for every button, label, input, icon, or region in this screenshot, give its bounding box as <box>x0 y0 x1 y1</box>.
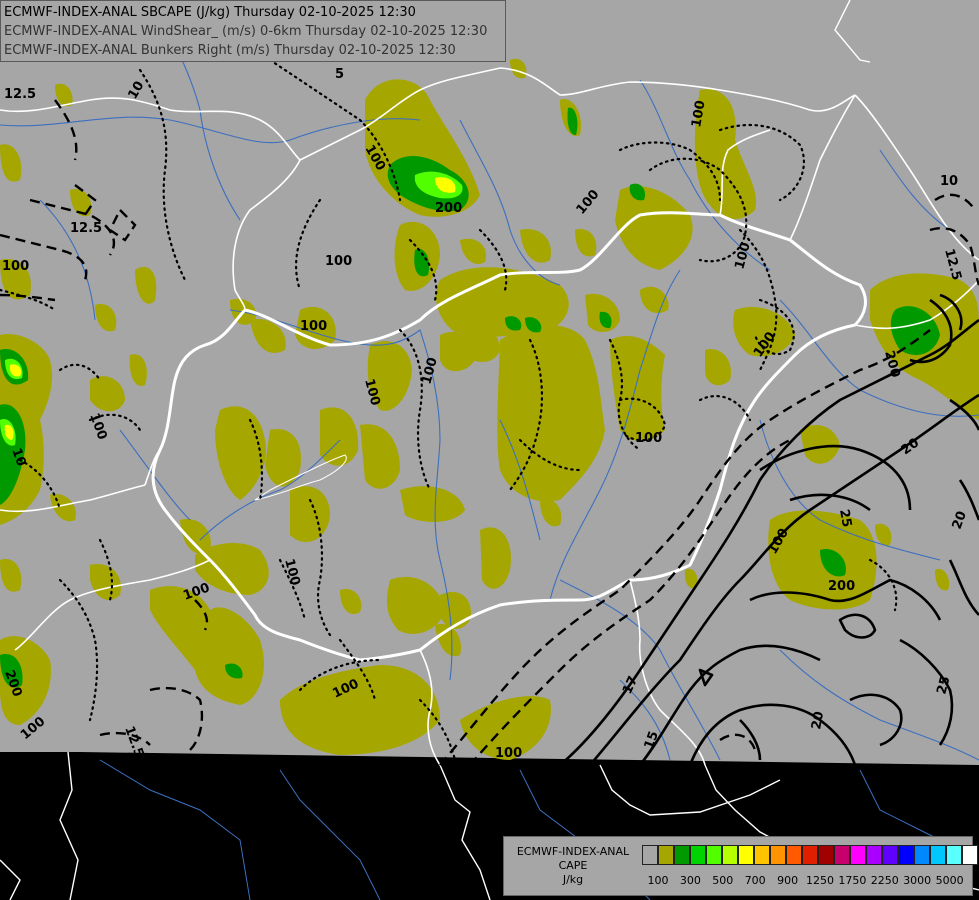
cape-label: 100 <box>2 259 29 274</box>
legend-tick-labels: 100 300 500 700 900 1250 1750 2250 3000 5000 <box>642 874 972 888</box>
legend-swatch <box>770 845 786 865</box>
legend-swatch <box>850 845 866 865</box>
legend-swatch <box>802 845 818 865</box>
legend-variable: CAPE <box>558 859 588 872</box>
legend-color-scale <box>642 845 978 867</box>
legend-tick-label: 3000 <box>903 874 932 887</box>
model-domain <box>0 0 979 765</box>
legend-swatch <box>834 845 850 865</box>
legend-swatch <box>866 845 882 865</box>
legend-swatch <box>674 845 690 865</box>
legend-tick-label: 1250 <box>806 874 834 887</box>
legend-tick-label: 500 <box>712 874 734 887</box>
weather-map: 12.5 10 5 12.5 10 12.5 20 25 20 17 15 20… <box>0 0 979 900</box>
legend-tick-label: 1750 <box>838 874 867 887</box>
shear-label: 12.5 <box>70 221 102 236</box>
cape-legend: ECMWF-INDEX-ANAL CAPE J/kg 100 300 500 700 9… <box>503 836 978 896</box>
legend-swatch <box>754 845 770 865</box>
legend-tick-label: 5000 <box>935 874 964 887</box>
cape-label: 200 <box>828 579 855 594</box>
legend-tick-label: 700 <box>744 874 766 887</box>
legend-swatch <box>882 845 898 865</box>
legend-swatch <box>658 845 674 865</box>
shear-label: 20 <box>809 710 827 730</box>
header-line-bunkers: ECMWF-INDEX-ANAL Bunkers Right (m/s) Thu… <box>4 43 456 58</box>
cape-label: 100 <box>325 254 352 269</box>
legend-swatch <box>946 845 962 865</box>
legend-swatch <box>786 845 802 865</box>
legend-swatch <box>738 845 754 865</box>
legend-swatch <box>642 845 658 865</box>
legend-swatch <box>706 845 722 865</box>
header-line-sbcape: ECMWF-INDEX-ANAL SBCAPE (J/kg) Thursday … <box>4 5 416 20</box>
shear-label: 10 <box>940 174 958 189</box>
legend-model: ECMWF-INDEX-ANAL <box>516 845 630 858</box>
cape-label: 200 <box>435 201 462 216</box>
legend-swatch <box>930 845 946 865</box>
legend-swatch <box>818 845 834 865</box>
map-header: ECMWF-INDEX-ANAL SBCAPE (J/kg) Thursday … <box>0 0 506 62</box>
legend-unit: J/kg <box>562 873 584 886</box>
cape-label: 100 <box>495 746 522 761</box>
legend-tick-label: 100 <box>647 874 669 887</box>
legend-tick-label: 300 <box>679 874 701 887</box>
shear-label: 5 <box>335 67 344 82</box>
legend-swatch <box>722 845 738 865</box>
cape-label: 100 <box>300 319 327 334</box>
legend-tick-label: 900 <box>777 874 799 887</box>
legend-swatch <box>962 845 978 865</box>
legend-swatch <box>690 845 706 865</box>
legend-tick-label: 2250 <box>870 874 899 887</box>
header-line-windshear: ECMWF-INDEX-ANAL WindShear_ (m/s) 0-6km … <box>4 24 488 39</box>
cape-label: 100 <box>635 431 662 446</box>
legend-swatch <box>914 845 930 865</box>
shear-label: 25 <box>836 508 854 528</box>
legend-title: ECMWF-INDEX-ANAL CAPE J/kg <box>508 845 638 887</box>
legend-swatch <box>898 845 914 865</box>
shear-label: 12.5 <box>4 87 36 102</box>
